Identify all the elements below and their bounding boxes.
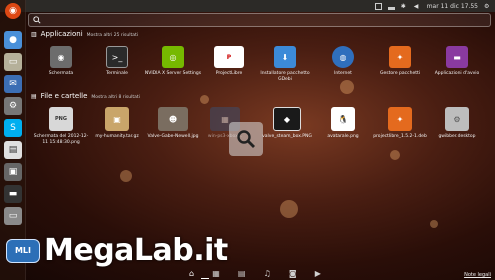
applications-lens-icon[interactable]: ▦ (212, 269, 220, 278)
app-label: Schermata (48, 71, 74, 76)
background-light (120, 170, 132, 182)
thunderbird-icon[interactable]: ✉ (4, 75, 22, 93)
archive-icon: ▣ (105, 107, 129, 131)
libreoffice-icon[interactable]: ▤ (4, 141, 22, 159)
skype-icon[interactable]: S (4, 119, 22, 137)
app-tile-internet[interactable]: ◍ Internet (314, 46, 372, 92)
deb-package-icon: ✦ (388, 107, 412, 131)
file-label: Valve-Gabe-Newell.jpg (147, 134, 199, 139)
ubuntu-icon: ◉ (5, 3, 21, 19)
camera-icon: ◉ (50, 46, 72, 68)
file-label: my-humanity.tar.gz (95, 134, 139, 139)
applications-title: Applicazioni (40, 30, 83, 38)
file-tile-gwibber[interactable]: ⚙ gwibber.desktop (428, 107, 486, 153)
penguin-icon: 🐧 (331, 107, 355, 131)
search-input[interactable] (28, 13, 491, 27)
top-panel: ✱ ◀ mar 11 dic 17.55 ⚙ (0, 0, 495, 12)
file-label: gwibber.desktop (438, 134, 476, 139)
app-label: ProjectLibre (215, 71, 243, 76)
app-tile-projectlibre[interactable]: P ProjectLibre (200, 46, 258, 92)
app-tile-gdebi[interactable]: ⬇ Installatore pacchetto GDebi (256, 46, 314, 92)
photo-icon: ◆ (273, 107, 301, 131)
clock[interactable]: mar 11 dic 17.55 (427, 3, 478, 10)
legal-notes-link[interactable]: Note legali (464, 272, 491, 278)
app-tile-nvidia-settings[interactable]: ◎ NVIDIA X Server Settings (144, 46, 202, 92)
video-lens-icon[interactable]: ▶ (315, 269, 321, 278)
terminal-icon: >_ (106, 46, 128, 68)
search-overlay-icon (229, 122, 263, 156)
active-lens-indicator (201, 278, 209, 279)
file-tile-schermata-png[interactable]: PNG Schermata del 2012-12-11 15:48:30.pn… (32, 107, 90, 153)
app-label: NVIDIA X Server Settings (144, 71, 202, 76)
app-tile-applicazioni-avvio[interactable]: ▬ Applicazioni d'avvio (428, 46, 486, 92)
app-tile-gestore-pacchetti[interactable]: ✦ Gestore pacchetti (371, 46, 429, 92)
projectlibre-icon: P (214, 46, 244, 68)
watermark-badge: MLI (6, 238, 40, 263)
photos-lens-icon[interactable]: ◙ (289, 269, 297, 278)
app-tile-terminale[interactable]: >_ Terminale (88, 46, 146, 92)
files-section-icon: ▤ (31, 93, 37, 100)
gear-icon[interactable]: ⚙ (484, 3, 491, 10)
photo-icon: ☻ (158, 107, 188, 131)
drive-icon[interactable]: ▭ (4, 207, 22, 225)
files-icon[interactable]: ▭ (4, 53, 22, 71)
system-tray: ✱ ◀ mar 11 dic 17.55 ⚙ (374, 2, 495, 10)
settings-icon[interactable]: ⚙ (4, 97, 22, 115)
gdebi-icon: ⬇ (274, 46, 296, 68)
mail-icon[interactable] (374, 2, 382, 10)
magnifier-icon (237, 130, 255, 148)
file-label: Schermata del 2012-12-11 15:48:30.png (33, 134, 89, 145)
network-icon[interactable] (387, 3, 395, 10)
file-tile-valve-gabe[interactable]: ☻ Valve-Gabe-Newell.jpg (144, 107, 202, 153)
search-icon (33, 16, 41, 24)
applications-more-link[interactable]: Mostra altri 25 risultati (87, 33, 138, 38)
file-tile-projectlibre-deb[interactable]: ✦ projectlibre_1.5.2-1.deb (371, 107, 429, 153)
nvidia-icon: ◎ (162, 46, 184, 68)
screenshot-icon[interactable]: ▣ (4, 163, 22, 181)
dash-home-button[interactable]: ◉ (0, 0, 26, 22)
file-label: valve_steam_box.PNG (262, 134, 312, 139)
background-light (200, 95, 209, 104)
app-label: Installatore pacchetto GDebi (260, 71, 310, 82)
music-lens-icon[interactable]: ♫ (264, 269, 271, 278)
app-label: Applicazioni d'avvio (434, 71, 480, 76)
chromium-icon[interactable]: ● (4, 31, 22, 49)
applications-grid-icon: ▥ (31, 31, 37, 38)
files-lens-icon[interactable]: ▤ (238, 269, 246, 278)
app-tile-schermata[interactable]: ◉ Schermata (32, 46, 90, 92)
startup-icon: ▬ (446, 46, 468, 68)
files-more-link[interactable]: Mostra altri 8 risultati (91, 95, 139, 100)
files-title: File e cartelle (40, 92, 88, 100)
app-label: Terminale (106, 71, 128, 76)
background-light (430, 220, 438, 228)
file-tile-valve-steam-box[interactable]: ◆ valve_steam_box.PNG (258, 107, 316, 153)
file-tile-my-humanity[interactable]: ▣ my-humanity.tar.gz (88, 107, 146, 153)
package-icon: ✦ (389, 46, 411, 68)
volume-icon[interactable]: ◀ (414, 3, 421, 10)
file-label: projectlibre_1.5.2-1.deb (373, 134, 427, 139)
files-header: ▤ File e cartelle Mostra altri 8 risulta… (31, 92, 140, 100)
globe-icon: ◍ (332, 46, 354, 68)
file-tile-avatarale[interactable]: 🐧 avatarale.png (314, 107, 372, 153)
terminal-launcher-icon[interactable]: ▬ (4, 185, 22, 203)
app-label: Internet (334, 71, 352, 76)
png-file-icon: PNG (49, 107, 73, 131)
gear-file-icon: ⚙ (445, 107, 469, 131)
bluetooth-icon[interactable]: ✱ (401, 3, 408, 10)
background-light (280, 200, 298, 218)
png-badge: PNG (55, 116, 67, 122)
app-label: Gestore pacchetti (379, 71, 421, 76)
home-lens-icon[interactable]: ⌂ (189, 269, 194, 278)
watermark: MLI MegaLab.it (6, 233, 228, 268)
applications-header: ▥ Applicazioni Mostra altri 25 risultati (31, 30, 138, 38)
watermark-text: MegaLab.it (44, 233, 228, 268)
file-label: avatarale.png (327, 134, 359, 139)
